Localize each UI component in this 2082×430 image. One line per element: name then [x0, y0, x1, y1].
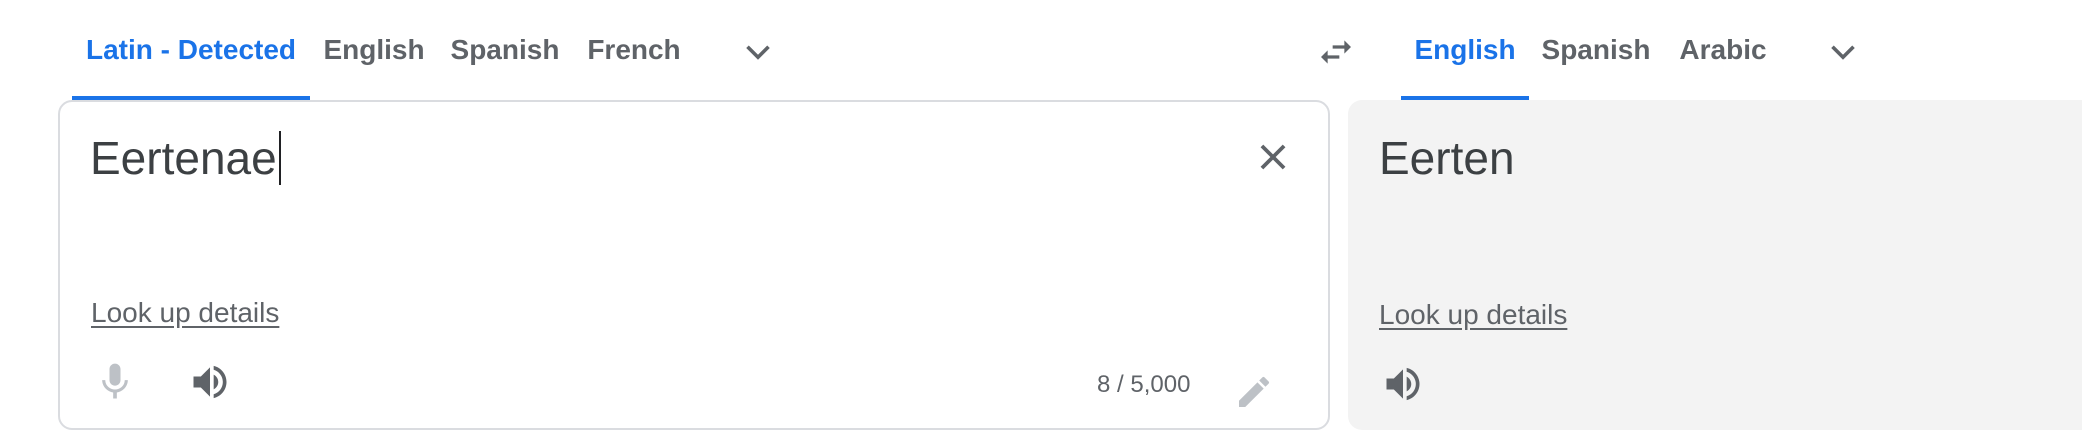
- translation-output: Eerten: [1379, 132, 1515, 184]
- mic-icon[interactable]: [93, 360, 137, 404]
- source-look-up-details-link[interactable]: Look up details: [91, 297, 279, 329]
- source-text-input[interactable]: Eertenae: [90, 126, 281, 190]
- swap-horiz-icon[interactable]: [1315, 32, 1357, 72]
- chevron-down-icon[interactable]: [740, 34, 776, 70]
- text-caret: [278, 131, 281, 185]
- chevron-down-icon[interactable]: [1825, 34, 1861, 70]
- speaker-icon[interactable]: [1381, 362, 1425, 406]
- source-text-value: Eertenae: [90, 132, 277, 184]
- pencil-icon[interactable]: [1234, 372, 1274, 412]
- tab-source-latin-detected[interactable]: Latin - Detected: [72, 0, 310, 100]
- tab-source-english[interactable]: English: [310, 0, 438, 100]
- character-counter: 8 / 5,000: [1097, 371, 1191, 398]
- tab-target-english[interactable]: English: [1401, 0, 1529, 100]
- tab-target-arabic[interactable]: Arabic: [1663, 0, 1783, 100]
- clear-icon[interactable]: [1254, 138, 1292, 176]
- tab-target-spanish[interactable]: Spanish: [1529, 0, 1663, 100]
- speaker-icon[interactable]: [188, 360, 232, 404]
- tab-source-spanish[interactable]: Spanish: [438, 0, 572, 100]
- tab-source-french[interactable]: French: [572, 0, 696, 100]
- target-look-up-details-link[interactable]: Look up details: [1379, 299, 1567, 331]
